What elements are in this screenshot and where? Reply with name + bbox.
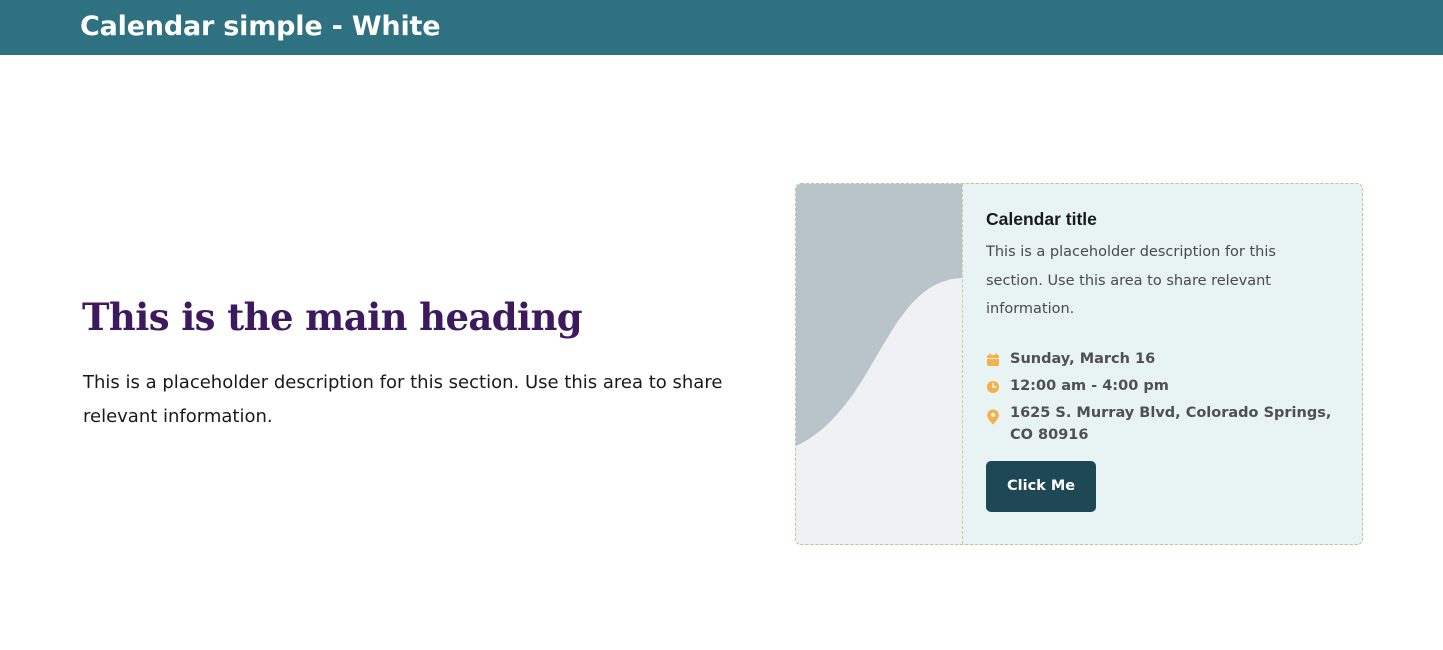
- calendar-card: Calendar title This is a placeholder des…: [795, 183, 1363, 545]
- map-pin-icon: [986, 409, 1000, 424]
- event-date-text: Sunday, March 16: [1010, 350, 1156, 367]
- top-bar: Calendar simple - White: [0, 0, 1443, 55]
- decorative-wave-image: [796, 184, 963, 544]
- click-me-button[interactable]: Click Me: [986, 460, 1097, 512]
- card-title: Calendar title: [986, 209, 1097, 229]
- event-time: 12:00 am - 4:00 pm: [986, 375, 1336, 397]
- main-description: This is a placeholder description for th…: [83, 372, 723, 427]
- card-description: This is a placeholder description for th…: [986, 244, 1276, 317]
- card-content: Calendar title This is a placeholder des…: [986, 206, 1336, 512]
- main-heading: This is the main heading: [82, 295, 583, 339]
- page-title: Calendar simple - White: [80, 11, 441, 42]
- calendar-icon: [986, 352, 1000, 366]
- event-location-text: 1625 S. Murray Blvd, Colorado Springs, C…: [1010, 404, 1332, 443]
- event-details: Sunday, March 16 12:00 am - 4:00 pm 1625…: [986, 348, 1336, 446]
- event-time-text: 12:00 am - 4:00 pm: [1010, 377, 1169, 394]
- event-date: Sunday, March 16: [986, 348, 1336, 370]
- clock-icon: [986, 379, 1000, 393]
- event-location: 1625 S. Murray Blvd, Colorado Springs, C…: [986, 402, 1336, 446]
